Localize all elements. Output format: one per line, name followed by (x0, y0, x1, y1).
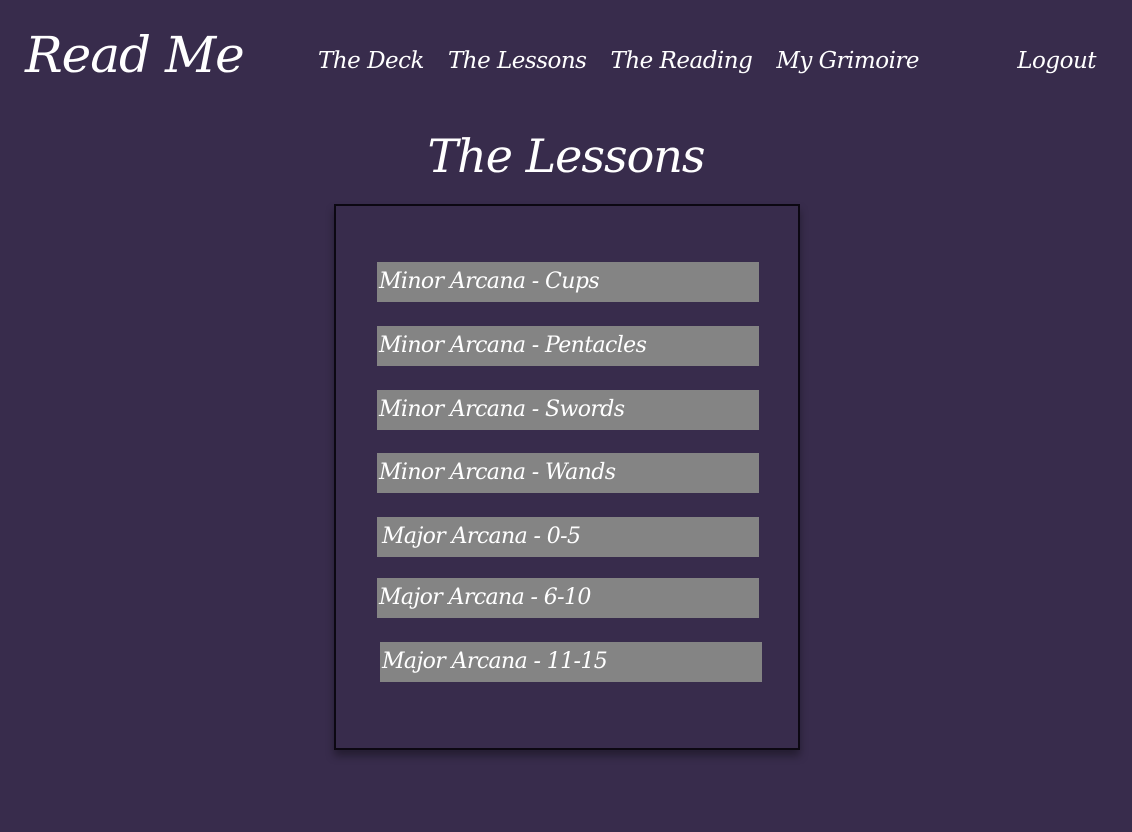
nav-item-the-lessons[interactable]: The Lessons (448, 44, 587, 78)
lesson-button-major-arcana-0-5[interactable]: Major Arcana - 0-5 (377, 517, 759, 557)
nav-item-the-deck[interactable]: The Deck (318, 44, 424, 78)
nav-item-the-reading[interactable]: The Reading (610, 44, 752, 78)
lesson-button-minor-arcana-wands[interactable]: Minor Arcana - Wands (377, 453, 759, 493)
lessons-panel: Minor Arcana - Cups Minor Arcana - Penta… (334, 204, 800, 750)
main-nav: The Deck The Lessons The Reading My Grim… (318, 44, 920, 78)
brand-logo-link[interactable]: Read Me (25, 22, 245, 88)
lesson-button-major-arcana-6-10[interactable]: Major Arcana - 6-10 (377, 578, 759, 618)
logout-link[interactable]: Logout (1017, 44, 1096, 78)
lesson-button-minor-arcana-pentacles[interactable]: Minor Arcana - Pentacles (377, 326, 759, 366)
lesson-button-major-arcana-11-15[interactable]: Major Arcana - 11-15 (380, 642, 762, 682)
lesson-button-minor-arcana-cups[interactable]: Minor Arcana - Cups (377, 262, 759, 302)
nav-item-my-grimoire[interactable]: My Grimoire (776, 44, 919, 78)
lesson-button-minor-arcana-swords[interactable]: Minor Arcana - Swords (377, 390, 759, 430)
page-title: The Lessons (427, 129, 705, 183)
